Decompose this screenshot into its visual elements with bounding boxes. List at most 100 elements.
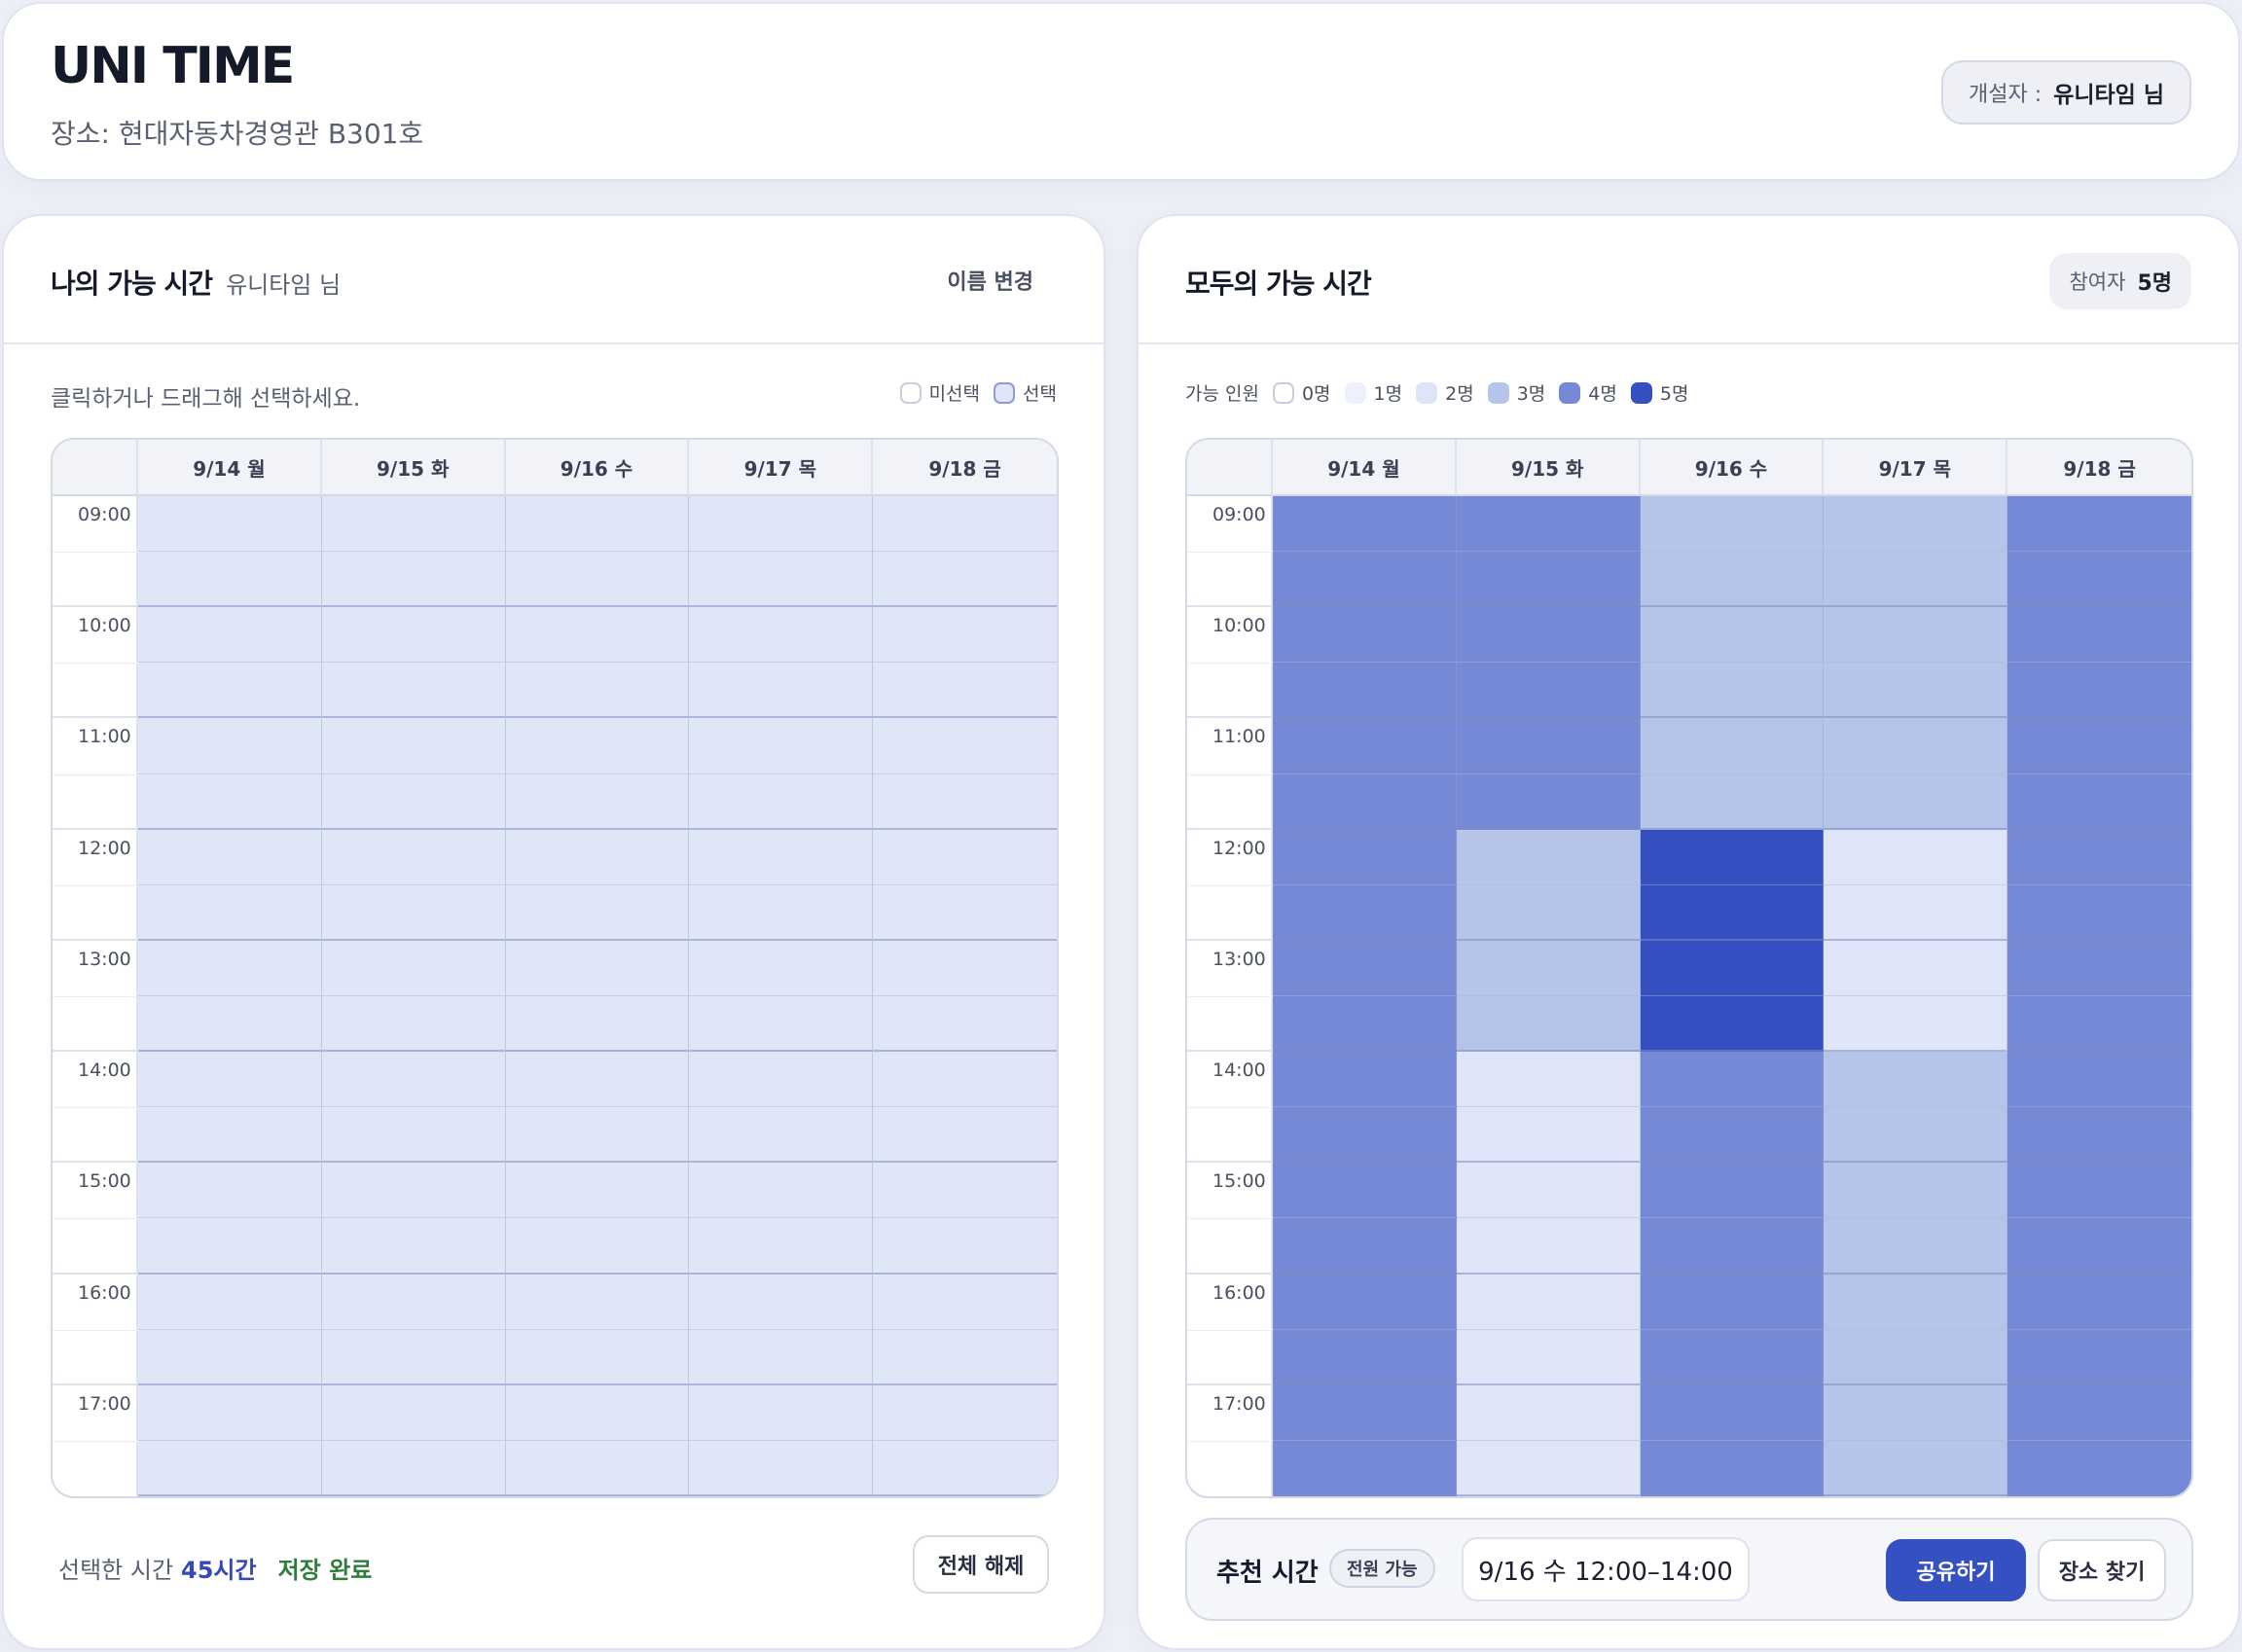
time-slot-cell[interactable] [873,552,1057,608]
time-slot-cell[interactable] [689,552,874,608]
time-slot-cell[interactable] [689,1163,874,1219]
time-slot-cell[interactable] [138,496,322,553]
time-slot-cell[interactable] [505,552,690,608]
time-slot-cell[interactable] [689,496,874,553]
time-slot-cell[interactable] [689,884,874,941]
time-slot-cell[interactable] [321,1440,506,1496]
time-slot-cell[interactable] [505,1384,690,1441]
time-slot-cell[interactable] [321,884,506,941]
time-slot-cell[interactable] [138,607,322,664]
time-slot-cell[interactable] [873,1218,1057,1275]
time-slot-cell[interactable] [138,718,322,774]
time-slot-cell[interactable] [138,1440,322,1496]
time-slot-cell [1273,940,1457,996]
time-slot-cell[interactable] [873,884,1057,941]
time-slot-cell[interactable] [321,996,506,1053]
share-button[interactable]: 공유하기 [1886,1539,2026,1601]
time-slot-cell[interactable] [689,1274,874,1330]
time-slot-cell[interactable] [873,1052,1057,1108]
time-slot-cell[interactable] [505,718,690,774]
time-slot-cell[interactable] [138,663,322,719]
time-slot-cell[interactable] [321,718,506,774]
time-slot-cell[interactable] [505,773,690,830]
time-slot-cell[interactable] [689,718,874,774]
time-slot-cell[interactable] [873,718,1057,774]
time-slot-cell[interactable] [138,1329,322,1385]
time-slot-cell[interactable] [138,884,322,941]
time-slot-cell[interactable] [505,1274,690,1330]
time-slot-cell[interactable] [321,829,506,885]
time-slot-cell[interactable] [505,1440,690,1496]
time-slot-cell[interactable] [505,663,690,719]
time-slot-cell[interactable] [689,1052,874,1108]
time-slot-cell[interactable] [689,996,874,1053]
time-slot-cell[interactable] [505,1052,690,1108]
time-slot-cell[interactable] [873,996,1057,1053]
time-slot-cell[interactable] [138,996,322,1053]
time-slot-cell[interactable] [873,663,1057,719]
time-slot-cell[interactable] [873,1274,1057,1330]
time-slot-cell[interactable] [321,663,506,719]
time-slot-cell[interactable] [873,940,1057,996]
time-slot-cell[interactable] [873,496,1057,553]
time-slot-cell[interactable] [321,1107,506,1164]
rename-button[interactable]: 이름 변경 [947,265,1033,296]
time-slot-cell[interactable] [505,996,690,1053]
time-slot-cell [1640,607,1825,664]
time-slot-cell[interactable] [138,1218,322,1275]
time-slot-cell[interactable] [689,663,874,719]
time-slot-cell[interactable] [689,773,874,830]
time-slot-cell[interactable] [138,1163,322,1219]
time-slot-cell[interactable] [321,1274,506,1330]
time-slot-cell[interactable] [321,773,506,830]
time-slot-cell[interactable] [689,607,874,664]
time-slot-cell[interactable] [321,607,506,664]
time-slot-cell [1824,552,2008,608]
time-slot-cell [1456,1052,1641,1108]
time-slot-cell[interactable] [505,1107,690,1164]
time-slot-cell[interactable] [138,829,322,885]
time-slot-cell[interactable] [138,1274,322,1330]
time-slot-cell[interactable] [321,1163,506,1219]
time-slot-cell[interactable] [873,1329,1057,1385]
clear-all-button[interactable]: 전체 해제 [913,1535,1049,1594]
time-slot-cell[interactable] [873,773,1057,830]
time-slot-cell[interactable] [138,773,322,830]
time-slot-cell[interactable] [321,940,506,996]
time-slot-cell[interactable] [321,1384,506,1441]
time-slot-cell[interactable] [873,1440,1057,1496]
time-slot-cell[interactable] [321,552,506,608]
time-slot-cell [1640,996,1825,1053]
time-slot-cell[interactable] [689,1384,874,1441]
time-slot-cell[interactable] [873,1163,1057,1219]
time-slot-cell[interactable] [505,496,690,553]
time-slot-cell[interactable] [505,829,690,885]
time-slot-cell[interactable] [873,829,1057,885]
time-slot-cell[interactable] [321,1329,506,1385]
time-slot-cell[interactable] [138,940,322,996]
time-slot-cell[interactable] [505,1163,690,1219]
time-slot-cell[interactable] [689,1107,874,1164]
time-slot-cell[interactable] [689,1440,874,1496]
time-slot-cell[interactable] [689,940,874,996]
time-slot-cell[interactable] [505,940,690,996]
time-slot-cell[interactable] [873,1107,1057,1164]
time-slot-cell[interactable] [138,1052,322,1108]
time-slot-cell[interactable] [505,1218,690,1275]
time-slot-cell[interactable] [321,496,506,553]
time-slot-cell[interactable] [689,829,874,885]
time-slot-cell[interactable] [689,1329,874,1385]
time-slot-cell[interactable] [321,1218,506,1275]
time-slot-cell[interactable] [505,607,690,664]
time-slot-cell[interactable] [505,1329,690,1385]
time-slot-cell[interactable] [138,1384,322,1441]
find-place-button[interactable]: 장소 찾기 [2038,1539,2166,1601]
time-slot-cell[interactable] [321,1052,506,1108]
time-slot-cell [2007,1274,2191,1330]
time-slot-cell[interactable] [138,1107,322,1164]
time-slot-cell[interactable] [873,1384,1057,1441]
time-slot-cell[interactable] [873,607,1057,664]
time-slot-cell[interactable] [505,884,690,941]
time-slot-cell[interactable] [138,552,322,608]
time-slot-cell[interactable] [689,1218,874,1275]
